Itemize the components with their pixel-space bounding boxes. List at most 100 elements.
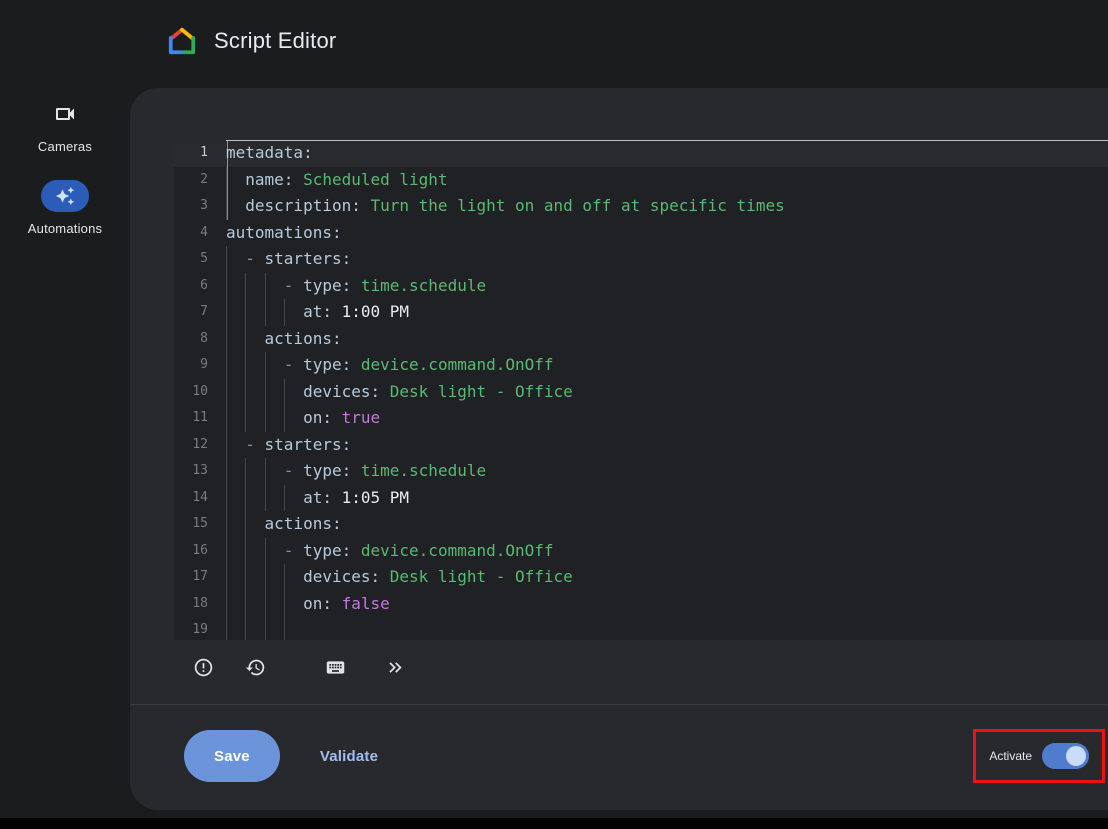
indent-guide (226, 432, 245, 459)
indent-guide (226, 485, 245, 512)
code-line[interactable]: 1metadata: (174, 140, 1108, 167)
code-text: at: 1:05 PM (226, 485, 1108, 512)
indent-guide (265, 405, 284, 432)
sidebar-item-automations[interactable]: Automations (28, 180, 102, 236)
indent-guide (245, 299, 264, 326)
indent-guide (226, 193, 245, 220)
line-number: 9 (174, 352, 226, 379)
code-line[interactable]: 16- type: device.command.OnOff (174, 538, 1108, 565)
indent-guide (245, 273, 264, 300)
indent-guide (226, 246, 245, 273)
code-line[interactable]: 14at: 1:05 PM (174, 485, 1108, 512)
code-text: - starters: (226, 246, 1108, 273)
indent-guide (245, 458, 264, 485)
indent-guide (245, 617, 264, 640)
save-button[interactable]: Save (184, 730, 280, 782)
indent-guide (265, 538, 284, 565)
activate-toggle[interactable] (1042, 743, 1089, 769)
line-number: 18 (174, 591, 226, 618)
code-text: - type: device.command.OnOff (226, 538, 1108, 565)
indent-guide (245, 591, 264, 618)
indent-guide (226, 167, 245, 194)
code-text: - type: time.schedule (226, 273, 1108, 300)
indent-guide (226, 617, 245, 640)
line-number: 3 (174, 193, 226, 220)
line-number: 5 (174, 246, 226, 273)
sidebar-item-cameras[interactable]: Cameras (38, 98, 92, 154)
indent-guide (265, 379, 284, 406)
code-line[interactable]: 7at: 1:00 PM (174, 299, 1108, 326)
indent-guide (226, 379, 245, 406)
line-number: 13 (174, 458, 226, 485)
indent-guide (245, 352, 264, 379)
code-text: devices: Desk light - Office (226, 564, 1108, 591)
keyboard-button[interactable] (318, 652, 352, 686)
line-number: 15 (174, 511, 226, 538)
indent-guide (284, 591, 303, 618)
code-line[interactable]: 8actions: (174, 326, 1108, 353)
code-line[interactable]: 9- type: device.command.OnOff (174, 352, 1108, 379)
indent-guide (284, 299, 303, 326)
code-text: at: 1:00 PM (226, 299, 1108, 326)
more-tools-button[interactable] (378, 652, 412, 686)
line-number: 7 (174, 299, 226, 326)
indent-guide (226, 591, 245, 618)
line-number: 1 (174, 140, 226, 167)
google-home-logo-icon[interactable] (166, 25, 198, 57)
code-text: description: Turn the light on and off a… (226, 193, 1108, 220)
line-number: 6 (174, 273, 226, 300)
activate-highlight-box: Activate (973, 729, 1105, 783)
sidebar-item-label: Cameras (38, 139, 92, 154)
camera-icon (41, 98, 89, 130)
code-line[interactable]: 11on: true (174, 405, 1108, 432)
indent-guide (245, 326, 264, 353)
problems-button[interactable] (186, 652, 220, 686)
keyboard-icon (325, 657, 346, 681)
code-text (226, 617, 1108, 640)
indent-guide (245, 511, 264, 538)
validate-button[interactable]: Validate (314, 747, 384, 766)
activate-label: Activate (989, 749, 1032, 763)
indent-guide (226, 299, 245, 326)
line-number: 17 (174, 564, 226, 591)
code-line[interactable]: 12- starters: (174, 432, 1108, 459)
indent-guide (245, 485, 264, 512)
indent-guide (265, 273, 284, 300)
line-number: 19 (174, 617, 226, 640)
line-number: 12 (174, 432, 226, 459)
code-line[interactable]: 18on: false (174, 591, 1108, 618)
code-line[interactable]: 17devices: Desk light - Office (174, 564, 1108, 591)
history-button[interactable] (238, 652, 272, 686)
code-line[interactable]: 4automations: (174, 220, 1108, 247)
history-icon (245, 657, 266, 681)
sidebar-item-label: Automations (28, 221, 102, 236)
code-line[interactable]: 6- type: time.schedule (174, 273, 1108, 300)
indent-guide (226, 326, 245, 353)
indent-guide (226, 352, 245, 379)
line-number: 10 (174, 379, 226, 406)
code-line[interactable]: 5- starters: (174, 246, 1108, 273)
indent-guide (226, 511, 245, 538)
code-line[interactable]: 13- type: time.schedule (174, 458, 1108, 485)
line-number: 8 (174, 326, 226, 353)
indent-guide (284, 617, 303, 640)
line-number: 16 (174, 538, 226, 565)
editor-footer: Save Validate Activate (130, 705, 1108, 807)
double-chevron-right-icon (385, 657, 406, 681)
indent-guide (284, 564, 303, 591)
code-line[interactable]: 2name: Scheduled light (174, 167, 1108, 194)
code-editor[interactable]: 1metadata:2name: Scheduled light3descrip… (174, 140, 1108, 640)
code-line[interactable]: 10devices: Desk light - Office (174, 379, 1108, 406)
indent-guide (265, 617, 284, 640)
indent-guide (245, 564, 264, 591)
sparkle-icon (41, 180, 89, 212)
code-line[interactable]: 19 (174, 617, 1108, 640)
code-lines: 1metadata:2name: Scheduled light3descrip… (174, 140, 1108, 640)
app: { "header": { "title": "Script Editor", … (0, 0, 1108, 829)
indent-guide (284, 485, 303, 512)
indent-guide (265, 591, 284, 618)
code-line[interactable]: 3description: Turn the light on and off … (174, 193, 1108, 220)
code-text: - type: time.schedule (226, 458, 1108, 485)
code-line[interactable]: 15actions: (174, 511, 1108, 538)
indent-guide (265, 299, 284, 326)
